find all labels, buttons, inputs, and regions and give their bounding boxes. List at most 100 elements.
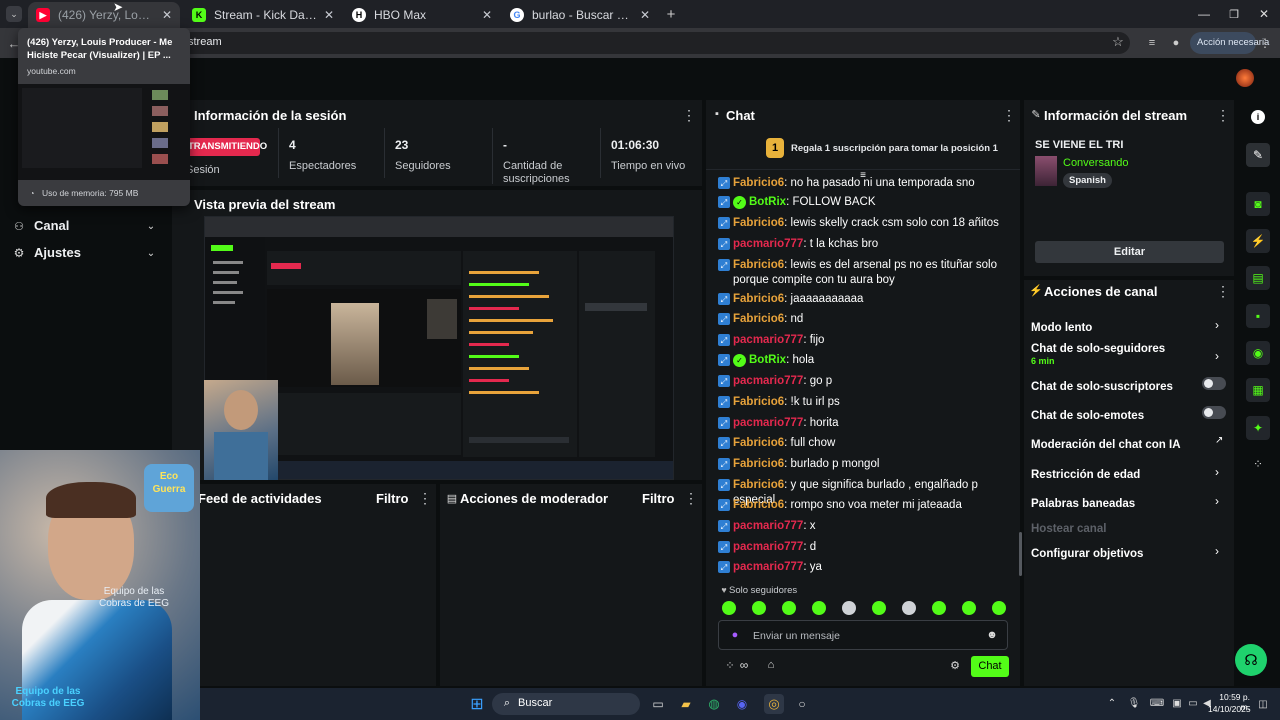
battery-icon[interactable]: ▭: [1186, 697, 1200, 709]
emoji-icon[interactable]: ☻: [985, 628, 999, 642]
channel-action-emotes-only[interactable]: Chat de solo-emotes: [1031, 406, 1226, 424]
emote-icon[interactable]: [932, 601, 946, 615]
more-options-icon[interactable]: ⋮: [1002, 107, 1016, 124]
chat-username[interactable]: Fabricio6: [733, 293, 784, 305]
avatar[interactable]: [1236, 69, 1254, 87]
chat-username[interactable]: Fabricio6: [733, 259, 784, 271]
task-view-icon[interactable]: ▭: [650, 696, 666, 712]
support-button[interactable]: ☊: [1235, 644, 1267, 676]
chat-username[interactable]: Fabricio6: [733, 217, 784, 229]
close-icon[interactable]: ✕: [162, 8, 172, 22]
edge-icon[interactable]: ◍: [706, 696, 722, 712]
emote-icon[interactable]: [902, 601, 916, 615]
channel-action-subscribers-only[interactable]: Chat de solo-suscriptores: [1031, 377, 1226, 395]
emote-icon[interactable]: [872, 601, 886, 615]
tab-hbo[interactable]: H HBO Max ✕: [344, 2, 500, 28]
chat-username[interactable]: Fabricio6: [733, 499, 784, 511]
microphone-icon[interactable]: ●: [729, 628, 741, 642]
chat-username[interactable]: pacmario777: [733, 238, 803, 250]
emote-icon[interactable]: [722, 601, 736, 615]
chat-input[interactable]: ● Enviar un mensaje ☻: [718, 620, 1008, 650]
edit-button[interactable]: Editar: [1035, 241, 1224, 263]
profile-icon[interactable]: ●: [1168, 35, 1184, 51]
chat-username[interactable]: pacmario777: [733, 334, 803, 346]
lightning-rail-button[interactable]: ⚡: [1246, 229, 1270, 253]
tab-google[interactable]: G burlao - Buscar con Google ✕: [502, 2, 658, 28]
layout-rail-button[interactable]: ▦: [1246, 378, 1270, 402]
tab-search-icon[interactable]: ⌄: [6, 6, 22, 22]
chat-username[interactable]: pacmario777: [733, 520, 803, 532]
chat-username[interactable]: Fabricio6: [733, 313, 784, 325]
close-icon[interactable]: ✕: [482, 8, 492, 22]
taskbar-date[interactable]: 14/10/2025: [1208, 704, 1251, 714]
toggle-switch[interactable]: [1202, 406, 1226, 419]
channel-action-ai-moderation[interactable]: Moderación del chat con IA ↗: [1031, 435, 1226, 453]
broadcast-rail-button[interactable]: ◉: [1246, 341, 1270, 365]
camera-rail-button[interactable]: ◙: [1246, 192, 1270, 216]
discord-icon[interactable]: ◉: [734, 696, 750, 712]
chat-rail-button[interactable]: ▪: [1246, 304, 1270, 328]
opera-gx-icon[interactable]: ○: [794, 696, 810, 712]
chat-scrollbar[interactable]: [1019, 532, 1022, 576]
close-icon[interactable]: ✕: [324, 8, 334, 22]
star-icon[interactable]: ☆: [1110, 34, 1126, 50]
windows-start-icon[interactable]: ⊞: [468, 695, 486, 713]
infinity-icon[interactable]: ∞: [737, 658, 751, 672]
network-icon[interactable]: ▣: [1170, 697, 1184, 709]
category-name[interactable]: Conversando: [1063, 157, 1128, 169]
gear-icon[interactable]: ⚙: [948, 658, 962, 672]
media-icon[interactable]: ≡: [1144, 35, 1160, 51]
tab-kick-dashboard[interactable]: K Stream - Kick Dashboard ✕: [184, 2, 342, 28]
action-needed-button[interactable]: Acción necesaria: [1190, 32, 1269, 54]
filter-button[interactable]: Filtro: [376, 491, 409, 506]
tab-youtube[interactable]: ▶ (426) Yerzy, Louis Producer - M ✕: [28, 2, 180, 28]
more-options-icon[interactable]: ⋮: [1216, 283, 1230, 300]
info-icon[interactable]: i: [1251, 110, 1265, 124]
chat-username[interactable]: BotRix: [749, 196, 786, 208]
chrome-icon[interactable]: ◎: [764, 694, 784, 714]
more-options-icon[interactable]: ⋮: [1216, 107, 1230, 124]
document-rail-button[interactable]: ▤: [1246, 266, 1270, 290]
close-window-icon[interactable]: ✕: [1254, 4, 1274, 24]
new-tab-icon[interactable]: +: [662, 5, 680, 23]
channel-action-goals[interactable]: Configurar objetivos ›: [1031, 544, 1226, 562]
channel-action-slow-mode[interactable]: Modo lento ›: [1031, 318, 1226, 336]
sidebar-item-canal[interactable]: ⚇ Canal ⌄: [12, 216, 162, 236]
more-rail-icon[interactable]: ⁘: [1251, 457, 1265, 471]
emote-icon[interactable]: [812, 601, 826, 615]
chat-username[interactable]: Fabricio6: [733, 458, 784, 470]
file-explorer-icon[interactable]: ▰: [678, 696, 694, 712]
chat-username[interactable]: BotRix: [749, 354, 786, 366]
chat-username[interactable]: pacmario777: [733, 375, 803, 387]
more-options-icon[interactable]: ⋮: [418, 490, 432, 507]
chat-username[interactable]: Fabricio6: [733, 437, 784, 449]
taskbar-search[interactable]: ⌕ Buscar: [492, 693, 640, 715]
chat-username[interactable]: Fabricio6: [733, 177, 784, 189]
edit-rail-button[interactable]: ✎: [1246, 143, 1270, 167]
address-field[interactable]: stream ☆: [180, 32, 1130, 54]
store-icon[interactable]: ⌂: [764, 658, 778, 672]
emote-icon[interactable]: [842, 601, 856, 615]
channel-action-age-restriction[interactable]: Restricción de edad ›: [1031, 465, 1226, 483]
tools-rail-button[interactable]: ✦: [1246, 416, 1270, 440]
toggle-switch[interactable]: [1202, 377, 1226, 390]
gift-sub-banner[interactable]: 1 Regala 1 suscripción para tomar la pos…: [706, 130, 1020, 170]
emote-icon[interactable]: [752, 601, 766, 615]
channel-action-banned-words[interactable]: Palabras baneadas ›: [1031, 494, 1226, 512]
chat-send-button[interactable]: Chat: [971, 656, 1009, 677]
kick-points-icon[interactable]: ⁘: [723, 658, 737, 672]
browser-menu-icon[interactable]: ⋮: [1258, 35, 1272, 51]
emote-icon[interactable]: [962, 601, 976, 615]
sidebar-item-ajustes[interactable]: ⚙ Ajustes ⌄: [12, 243, 162, 263]
chat-username[interactable]: pacmario777: [733, 561, 803, 573]
filter-button[interactable]: Filtro: [642, 491, 675, 506]
chat-username[interactable]: Fabricio6: [733, 396, 784, 408]
chevron-up-icon[interactable]: ⌃: [1106, 697, 1118, 709]
maximize-icon[interactable]: ❐: [1224, 4, 1244, 24]
channel-action-followers-only[interactable]: Chat de solo-seguidores 6 min ›: [1031, 343, 1226, 369]
more-options-icon[interactable]: ⋮: [684, 490, 698, 507]
chat-username[interactable]: pacmario777: [733, 541, 803, 553]
emote-icon[interactable]: [782, 601, 796, 615]
minimize-icon[interactable]: —: [1194, 4, 1214, 24]
close-icon[interactable]: ✕: [640, 8, 650, 22]
